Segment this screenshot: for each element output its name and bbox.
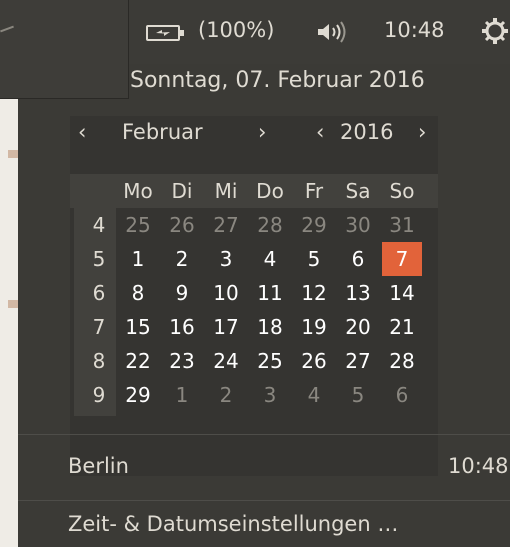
year-next-button[interactable]: › (418, 120, 426, 144)
calendar-day[interactable]: 30 (338, 208, 378, 242)
calendar-day[interactable]: 2 (206, 378, 246, 412)
calendar-day[interactable]: 29 (118, 378, 158, 412)
calendar-day[interactable]: 1 (162, 378, 202, 412)
weekday-header-row: Mo Di Mi Do Fr Sa So (70, 174, 438, 208)
month-next-button[interactable]: › (258, 120, 266, 144)
calendar-day[interactable]: 2 (162, 242, 202, 276)
week-number: 6 (92, 281, 106, 305)
bolt-icon (156, 30, 170, 36)
calendar-day[interactable]: 23 (162, 344, 202, 378)
weekday-header: Mi (214, 179, 238, 203)
battery-percentage[interactable]: (100%) (198, 18, 274, 42)
time-date-settings-link[interactable]: Zeit- & Datumseinstellungen … (68, 512, 398, 536)
calendar-day[interactable]: 6 (382, 378, 422, 412)
weekday-header: Do (256, 179, 284, 203)
weekday-header: Fr (304, 179, 324, 203)
calendar-day[interactable]: 3 (250, 378, 290, 412)
calendar-week-row: 6 8 9 10 11 12 13 14 (70, 276, 438, 310)
weekday-header: Di (171, 179, 193, 203)
weekday-header: Sa (345, 179, 371, 203)
window-grip (0, 25, 14, 33)
calendar-day[interactable]: 13 (338, 276, 378, 310)
calendar-day[interactable]: 16 (162, 310, 202, 344)
month-label: Februar (122, 120, 203, 144)
calendar: ‹ Februar › ‹ 2016 › Mo Di Mi Do Fr Sa So 4 25 26… (70, 116, 438, 476)
calendar-day[interactable]: 11 (250, 276, 290, 310)
calendar-day[interactable]: 18 (250, 310, 290, 344)
volume-icon[interactable] (316, 20, 350, 44)
calendar-day[interactable]: 28 (250, 208, 290, 242)
year-label: 2016 (340, 120, 394, 144)
weekday-header: So (389, 179, 415, 203)
week-number: 5 (92, 247, 106, 271)
calendar-week-row: 8 22 23 24 25 26 27 28 (70, 344, 438, 378)
calendar-day[interactable]: 26 (162, 208, 202, 242)
location-time[interactable]: 10:48 (448, 454, 509, 478)
calendar-day-today[interactable]: 7 (382, 242, 422, 276)
calendar-week-row: 51234567 (70, 242, 438, 276)
calendar-day[interactable]: 20 (338, 310, 378, 344)
calendar-day[interactable]: 5 (294, 242, 334, 276)
calendar-day[interactable]: 28 (382, 344, 422, 378)
week-number: 9 (92, 383, 106, 407)
calendar-day[interactable]: 19 (294, 310, 334, 344)
battery-icon[interactable] (146, 25, 184, 41)
calendar-day[interactable]: 26 (294, 344, 334, 378)
calendar-day[interactable]: 24 (206, 344, 246, 378)
calendar-week-row: 9 29 1 2 3 4 5 6 (70, 378, 438, 412)
background-mark (8, 300, 18, 308)
background-mark (8, 150, 18, 158)
calendar-day[interactable]: 14 (382, 276, 422, 310)
settings-gear-icon[interactable] (480, 16, 510, 46)
calendar-day[interactable]: 3 (206, 242, 246, 276)
calendar-day[interactable]: 31 (382, 208, 422, 242)
calendar-day[interactable]: 17 (206, 310, 246, 344)
week-number: 4 (92, 213, 106, 237)
calendar-day[interactable]: 27 (206, 208, 246, 242)
date-time-menu: Sonntag, 07. Februar 2016 ‹ Februar › ‹ … (18, 64, 510, 547)
calendar-day[interactable]: 6 (338, 242, 378, 276)
week-number: 7 (92, 315, 106, 339)
calendar-day[interactable]: 12 (294, 276, 334, 310)
separator (18, 500, 510, 501)
calendar-day[interactable]: 4 (294, 378, 334, 412)
calendar-day[interactable]: 29 (294, 208, 334, 242)
calendar-day[interactable]: 15 (118, 310, 158, 344)
calendar-week-row: 7 15 16 17 18 19 20 21 (70, 310, 438, 344)
background-dark-window (0, 0, 129, 99)
panel-clock[interactable]: 10:48 (384, 18, 445, 42)
weekday-header: Mo (123, 179, 153, 203)
location-label[interactable]: Berlin (68, 454, 129, 478)
calendar-day[interactable]: 1 (118, 242, 158, 276)
calendar-week-row: 4 25 26 27 28 29 30 31 (70, 208, 438, 242)
calendar-day[interactable]: 27 (338, 344, 378, 378)
calendar-day[interactable]: 22 (118, 344, 158, 378)
top-panel: (100%) 10:48 (128, 0, 510, 64)
calendar-day[interactable]: 5 (338, 378, 378, 412)
month-prev-button[interactable]: ‹ (78, 120, 86, 144)
calendar-day[interactable]: 25 (118, 208, 158, 242)
calendar-day[interactable]: 25 (250, 344, 290, 378)
calendar-day[interactable]: 4 (250, 242, 290, 276)
calendar-day[interactable]: 9 (162, 276, 202, 310)
calendar-day[interactable]: 21 (382, 310, 422, 344)
week-number: 8 (92, 349, 106, 373)
year-prev-button[interactable]: ‹ (316, 120, 324, 144)
date-heading[interactable]: Sonntag, 07. Februar 2016 (130, 68, 425, 93)
calendar-day[interactable]: 10 (206, 276, 246, 310)
separator (18, 434, 510, 435)
calendar-day[interactable]: 8 (118, 276, 158, 310)
